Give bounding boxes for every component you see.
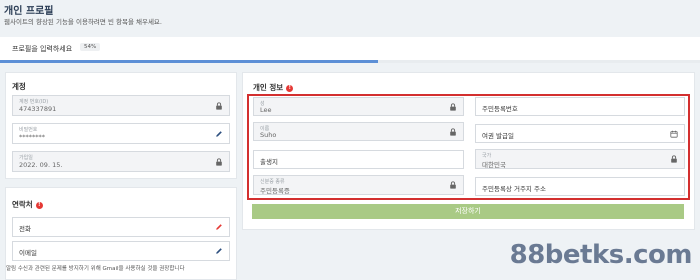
page-title: 개인 프로필 [4,6,54,17]
lock-icon [216,101,222,110]
signup-date-value: 2022. 09. 15. [19,161,63,169]
page-subtitle: 웹사이트의 향상된 기능을 이용하려면 빈 항목을 채우세요. [4,18,162,26]
pencil-icon[interactable] [215,223,223,231]
progress-bar-fill [0,60,378,63]
progress-label: 프로필을 입력하세요 [12,45,73,53]
signup-date-label: 가입일 [19,155,33,161]
phone-field[interactable]: 전화 [12,217,230,237]
required-alert-icon: ! [286,84,294,92]
account-id-value: 474337891 [19,105,57,113]
password-field[interactable]: 비밀번호 ******** [12,123,230,144]
progress-percent-badge: 54% [80,43,101,51]
email-placeholder: 이메일 [19,249,37,257]
contacts-note: 알림 수신과 관련된 문제를 방지하기 위해 Gmail을 사용하실 것을 권장… [6,266,185,272]
email-field[interactable]: 이메일 [12,241,230,261]
password-value: ******** [19,133,45,141]
personal-info-title-text: 개인 정보 [253,83,284,92]
pencil-icon[interactable] [215,247,223,255]
contacts-card-title: 연락처! [12,199,43,210]
account-id-label: 계정 번호(ID) [19,99,49,105]
personal-info-title: 개인 정보! [253,82,294,93]
pencil-icon[interactable] [215,130,223,138]
account-card-title: 계정 [12,82,26,91]
required-alert-icon: ! [35,201,43,209]
account-id-field: 계정 번호(ID) 474337891 [12,95,230,116]
watermark-text: 88betks.com [509,240,693,270]
save-button[interactable]: 저장하기 [252,204,684,219]
password-label: 비밀번호 [19,127,38,133]
lock-icon [216,157,222,166]
signup-date-field: 가입일 2022. 09. 15. [12,151,230,172]
account-card: 계정 계정 번호(ID) 474337891 비밀번호 ******** 가입일… [5,72,237,179]
contacts-title-text: 연락처 [12,200,33,209]
progress-bar [0,60,700,63]
phone-placeholder: 전화 [19,225,31,233]
highlight-frame [247,94,690,200]
